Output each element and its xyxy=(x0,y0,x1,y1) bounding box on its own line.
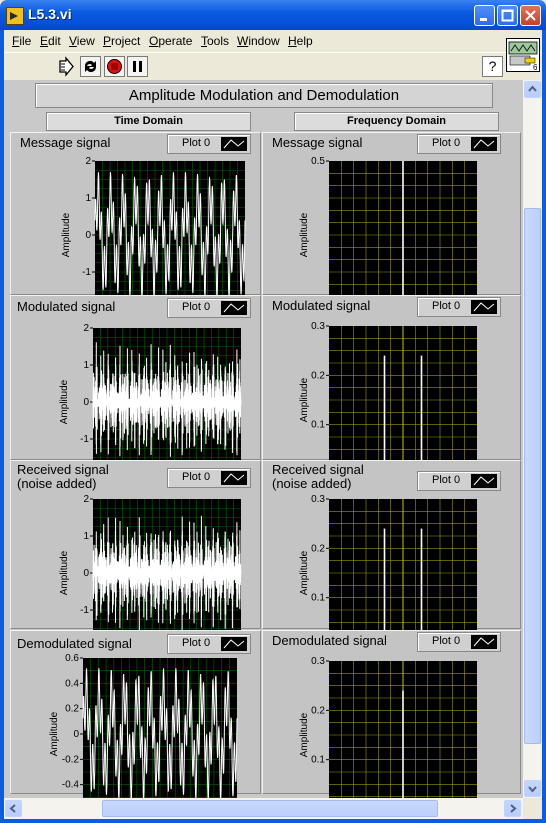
plot-area-svg: 0.60.40.20-0.2-0.4-0.600.0250.050.0750.1… xyxy=(49,653,238,798)
plot-area-svg: 210-1-200.0250.050.0750.1TimeAmplitude xyxy=(61,156,252,339)
y-tick-label: 0 xyxy=(83,397,89,408)
graph-msg-freq[interactable]: Message signalPlot 00.50.0-100000.00.010… xyxy=(262,132,521,339)
plot-area-svg: 0.30.20.10.0-100000.00.0100000.0Frequenc… xyxy=(299,494,498,677)
graph-msg-time[interactable]: Message signalPlot 0210-1-200.0250.050.0… xyxy=(10,132,261,339)
y-tick-label: 0.2 xyxy=(311,543,325,554)
time-domain-header: Time Domain xyxy=(46,112,251,131)
menu-tools[interactable]: Tools xyxy=(201,34,229,48)
y-tick-label: 0.1 xyxy=(311,755,325,766)
graph-demod-freq[interactable]: Demodulated signalPlot 00.30.20.10.0-100… xyxy=(262,630,521,798)
menu-edit[interactable]: Edit xyxy=(40,34,61,48)
y-tick-label: 2 xyxy=(83,494,89,505)
scroll-down-button[interactable] xyxy=(524,780,541,797)
y-tick-label: 0.1 xyxy=(311,420,325,431)
y-axis-label: Amplitude xyxy=(59,550,70,595)
y-axis-label: Amplitude xyxy=(299,712,310,757)
y-tick-label: 0 xyxy=(83,568,89,579)
panel-banner: Amplitude Modulation and Demodulation xyxy=(35,83,493,108)
y-tick-label: 1 xyxy=(83,360,89,371)
y-tick-label: 2 xyxy=(85,156,91,167)
horizontal-scrollbar[interactable] xyxy=(4,798,523,819)
graph-rx-time[interactable]: Received signal (noise added) Plot 0 2 1 0 -1… xyxy=(10,460,261,677)
graph-rx-freq[interactable]: Received signal (noise added) Plot 0 0.3 0.… xyxy=(262,460,521,677)
window-frame-right xyxy=(542,30,546,823)
graph-demod-time[interactable]: Demodulated signal Plot 0 0.6 0.4 0.2 0 -0.2 -0… xyxy=(10,630,261,798)
pause-button[interactable] xyxy=(127,56,148,77)
abort-button[interactable] xyxy=(104,56,125,77)
front-panel: Amplitude Modulation and Demodulation Ti… xyxy=(4,80,523,798)
run-continuously-button[interactable] xyxy=(80,56,101,77)
graph-mod-freq[interactable]: Modulated signalPlot 00.30.20.10.0-10000… xyxy=(262,295,521,504)
y-tick-label: 0.6 xyxy=(65,653,79,664)
y-axis-label: Amplitude xyxy=(61,212,72,257)
y-axis-label: Amplitude xyxy=(299,550,310,595)
vertical-scrollbar[interactable] xyxy=(523,80,542,798)
scroll-left-button[interactable] xyxy=(5,800,22,817)
toolbar: ? xyxy=(4,52,542,82)
run-arrow-button[interactable] xyxy=(56,56,77,77)
context-help-button[interactable]: ? xyxy=(482,56,503,77)
y-tick-label: 1 xyxy=(83,531,89,542)
y-axis-label: Amplitude xyxy=(59,379,70,424)
title-bar[interactable]: L5.3.vi xyxy=(0,0,546,30)
maximize-button[interactable] xyxy=(497,5,518,26)
size-grip[interactable] xyxy=(523,798,542,819)
y-tick-label: 0.2 xyxy=(311,370,325,381)
horizontal-scroll-thumb[interactable] xyxy=(102,800,438,817)
y-tick-label: -1 xyxy=(82,267,91,278)
minimize-button[interactable] xyxy=(474,5,495,26)
y-tick-label: -1 xyxy=(80,605,89,616)
y-tick-label: 0.2 xyxy=(311,705,325,716)
menu-project[interactable]: Project xyxy=(103,34,140,48)
y-tick-label: 2 xyxy=(83,323,89,334)
y-tick-label: 1 xyxy=(85,193,91,204)
frequency-domain-header: Frequency Domain xyxy=(294,112,499,131)
y-tick-label: -0.2 xyxy=(62,754,80,765)
graph-mod-time[interactable]: Modulated signalPlot 0210-1-200.0250.050… xyxy=(10,295,261,506)
plot-area-svg: 210-1-200.0250.050.0750.1TimeAmplitude xyxy=(59,323,248,506)
y-tick-label: 0.2 xyxy=(65,704,79,715)
plot-area-svg: 0.50.0-100000.00.0100000.0FrequencyAmpli… xyxy=(299,156,498,339)
y-axis-label: Amplitude xyxy=(299,377,310,422)
y-tick-label: 0 xyxy=(85,230,91,241)
plot-area-svg: 0.30.20.10.0-100000.00.0100000.0Frequenc… xyxy=(299,656,477,798)
y-tick-label: 0.3 xyxy=(311,494,325,505)
menu-file[interactable]: File xyxy=(12,34,31,48)
menu-bar: File Edit View Project Operate Tools Win… xyxy=(4,30,542,52)
vi-icon-number: 6 xyxy=(533,63,538,71)
vi-connector-icon[interactable]: 6 xyxy=(506,38,540,72)
y-tick-label: -0.4 xyxy=(62,780,80,791)
menu-window[interactable]: Window xyxy=(237,34,280,48)
y-tick-label: 0.1 xyxy=(311,593,325,604)
y-tick-label: 0.4 xyxy=(65,678,79,689)
menu-view[interactable]: View xyxy=(69,34,95,48)
y-tick-label: -1 xyxy=(80,434,89,445)
y-axis-label: Amplitude xyxy=(49,711,60,756)
y-axis-label: Amplitude xyxy=(299,212,310,257)
menu-operate[interactable]: Operate xyxy=(149,34,192,48)
y-tick-label: 0.3 xyxy=(311,656,325,667)
menu-help[interactable]: Help xyxy=(288,34,313,48)
window-frame-bottom xyxy=(0,819,546,823)
y-tick-label: 0 xyxy=(73,729,79,740)
window-title: L5.3.vi xyxy=(28,6,72,22)
scroll-up-button[interactable] xyxy=(524,81,541,98)
vertical-scroll-thumb[interactable] xyxy=(524,208,541,744)
y-tick-label: 0.5 xyxy=(311,156,325,167)
plot-area-svg: 0.30.20.10.0-100000.00.0100000.0Frequenc… xyxy=(299,321,498,504)
scroll-right-button[interactable] xyxy=(504,800,521,817)
close-button[interactable] xyxy=(520,5,541,26)
vi-app-icon xyxy=(6,7,24,25)
plot-area-svg: 210-1-200.0250.050.0750.1TimeAmplitude xyxy=(59,494,248,677)
y-tick-label: 0.3 xyxy=(311,321,325,332)
